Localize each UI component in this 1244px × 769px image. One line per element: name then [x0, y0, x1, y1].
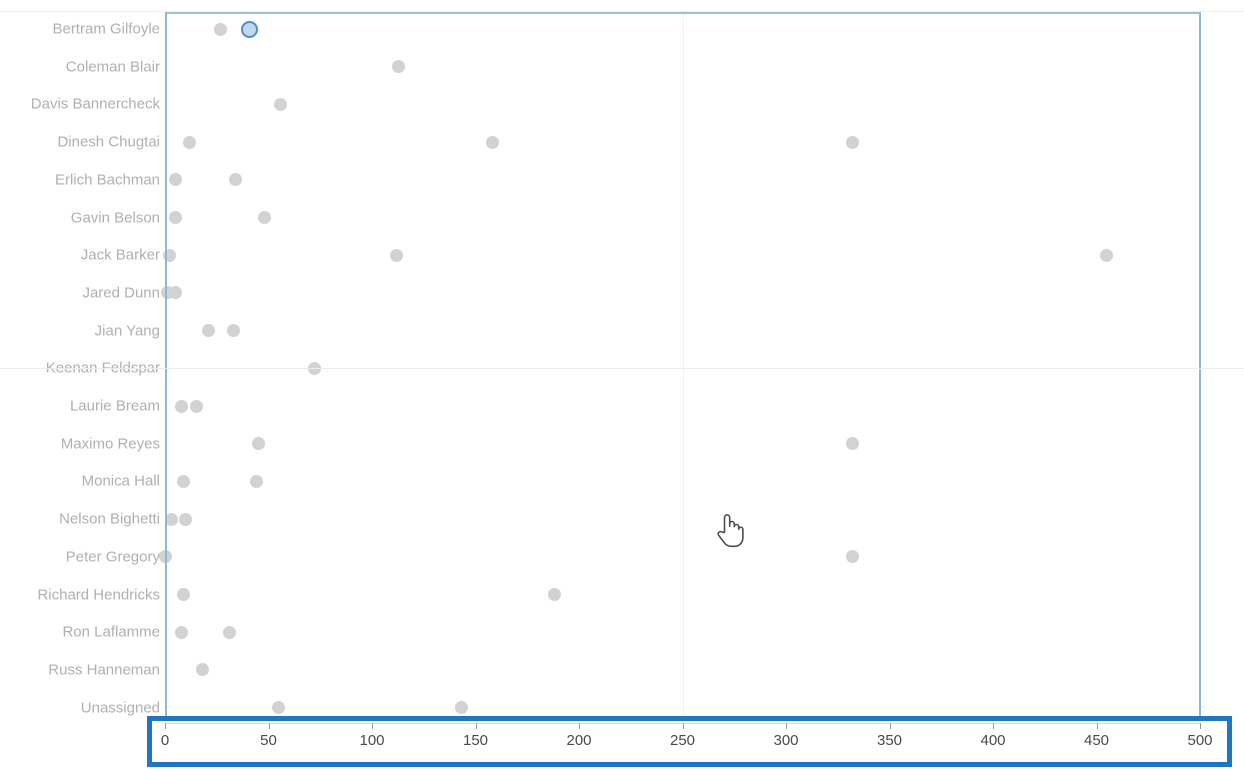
y-axis-label[interactable]: Ron Laflamme	[62, 624, 160, 641]
x-axis-tick	[889, 723, 891, 729]
x-axis-tick	[268, 723, 270, 729]
y-axis-label[interactable]: Laurie Bream	[70, 398, 160, 415]
x-axis-tick	[1096, 723, 1098, 729]
data-point[interactable]	[392, 60, 406, 74]
x-axis-tick	[475, 723, 477, 729]
data-point[interactable]	[183, 135, 197, 149]
x-axis-tick-label: 50	[260, 732, 277, 749]
data-point[interactable]	[249, 474, 263, 488]
data-point[interactable]	[251, 437, 265, 451]
x-axis-tick	[372, 723, 373, 729]
y-axis-label[interactable]: Jian Yang	[95, 322, 160, 339]
data-point[interactable]	[158, 550, 172, 564]
y-axis-label[interactable]: Davis Bannercheck	[31, 96, 160, 113]
y-axis-label[interactable]: Maximo Reyes	[61, 435, 160, 452]
data-point[interactable]	[547, 588, 561, 601]
data-point[interactable]	[274, 97, 288, 111]
x-axis-tick-label: 200	[566, 732, 592, 749]
data-point[interactable]	[485, 135, 499, 149]
x-axis-tick-label: 400	[980, 732, 1006, 749]
y-axis-label[interactable]: Richard Hendricks	[37, 586, 160, 603]
y-axis-label[interactable]: Dinesh Chugtai	[57, 134, 160, 151]
data-point[interactable]	[845, 135, 859, 149]
data-point[interactable]	[177, 474, 191, 488]
data-point[interactable]	[201, 324, 215, 338]
data-point[interactable]	[168, 173, 182, 187]
y-axis-label[interactable]: Erlich Bachman	[55, 171, 160, 188]
y-axis-label[interactable]: Nelson Bighetti	[59, 511, 160, 528]
data-point[interactable]	[189, 399, 203, 413]
y-axis-label[interactable]: Russ Hanneman	[48, 661, 160, 678]
y-axis-label[interactable]: Jack Barker	[81, 247, 160, 264]
data-point[interactable]	[845, 437, 859, 451]
data-point[interactable]	[845, 550, 859, 564]
x-axis-tick	[579, 723, 580, 729]
data-point[interactable]	[177, 588, 191, 601]
data-point[interactable]	[257, 211, 271, 224]
data-point[interactable]	[222, 625, 236, 639]
data-point[interactable]	[226, 324, 240, 338]
y-axis-label[interactable]: Peter Gregory	[66, 548, 160, 565]
x-axis-tick	[682, 723, 684, 729]
y-axis-label[interactable]: Monica Hall	[82, 473, 160, 490]
y-axis-label[interactable]: Unassigned	[81, 699, 160, 716]
x-axis-tick	[993, 723, 994, 729]
y-axis-label[interactable]: Gavin Belson	[71, 209, 160, 226]
x-axis-tick	[786, 723, 787, 729]
data-point[interactable]	[164, 512, 178, 526]
x-axis[interactable]: 0 50 100 150 200 250 300 350 400 450 500	[161, 723, 1213, 767]
x-axis-tick-label: 0	[160, 732, 170, 749]
data-point[interactable]	[228, 173, 242, 187]
scatter-plot-page: Bertram Gilfoyle Coleman Blair Davis Banne…	[0, 0, 1244, 769]
x-axis-tick-label: 100	[359, 732, 385, 749]
data-point[interactable]	[168, 211, 182, 224]
horizontal-gridline	[0, 368, 1244, 370]
x-axis-tick-label: 450	[1083, 732, 1110, 749]
data-point[interactable]	[179, 512, 193, 526]
y-axis-category-labels: Bertram Gilfoyle Coleman Blair Davis Banne…	[0, 0, 160, 769]
data-point[interactable]	[175, 399, 189, 413]
data-point[interactable]	[162, 248, 176, 262]
y-axis-label[interactable]: Coleman Blair	[66, 58, 160, 75]
data-point[interactable]	[214, 22, 228, 36]
x-axis-tick	[1200, 723, 1201, 729]
x-axis-tick-label: 500	[1187, 732, 1213, 749]
x-axis-tick-label: 250	[669, 732, 696, 749]
data-point[interactable]	[272, 701, 286, 715]
x-axis-tick-label: 150	[462, 732, 489, 749]
y-axis-label[interactable]: Jared Dunn	[82, 284, 160, 301]
x-axis-tick	[165, 723, 166, 729]
data-point[interactable]	[195, 663, 209, 677]
plot-area[interactable]	[158, 12, 1200, 722]
data-point[interactable]	[168, 286, 182, 300]
data-point[interactable]	[454, 701, 468, 715]
data-point-selected[interactable]	[241, 20, 259, 38]
x-axis-tick-label: 350	[876, 732, 903, 749]
data-point[interactable]	[390, 248, 404, 262]
y-axis-label[interactable]: Bertram Gilfoyle	[52, 21, 160, 38]
vertical-gridline	[682, 12, 684, 722]
x-axis-tick-label: 300	[773, 732, 799, 749]
data-point[interactable]	[175, 625, 189, 639]
data-point[interactable]	[1100, 248, 1114, 262]
